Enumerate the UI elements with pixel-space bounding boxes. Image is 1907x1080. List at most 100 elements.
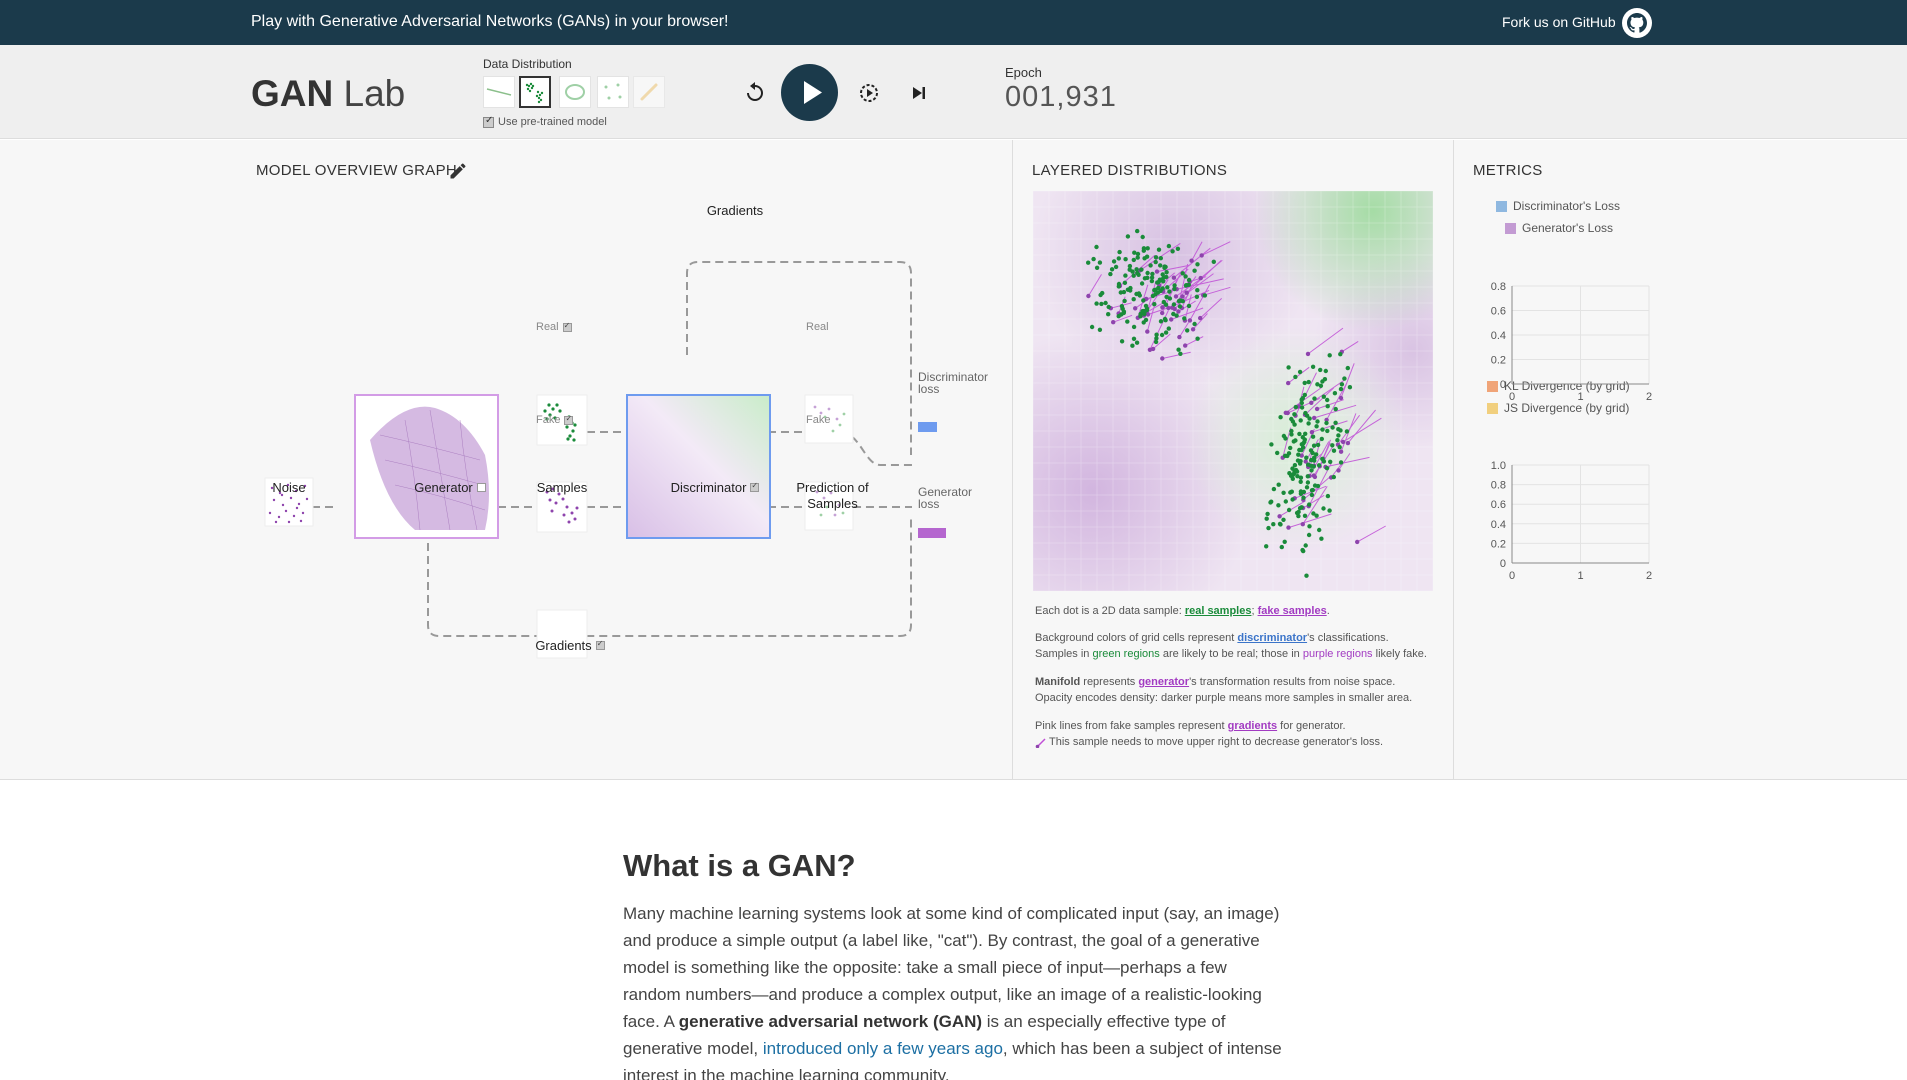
real-sample-dot <box>1307 416 1312 421</box>
real-sample-dot <box>1293 404 1298 410</box>
real-prediction-label: Real <box>806 321 829 333</box>
real-sample-dot <box>1158 263 1163 268</box>
real-sample-dot <box>1327 508 1332 513</box>
fake-sample-dot <box>1286 380 1291 386</box>
real-sample-dot <box>1305 480 1311 485</box>
real-sample-dot <box>1297 369 1303 375</box>
generator-link[interactable]: generator <box>1138 676 1189 688</box>
epoch-value: 001,931 <box>1005 81 1117 113</box>
discriminator-link[interactable]: discriminator <box>1237 632 1307 644</box>
ring-distribution-icon <box>565 84 585 100</box>
slow-motion-icon[interactable] <box>857 81 881 105</box>
fake-sample-dot <box>1199 253 1204 258</box>
x-tick-label: 2 <box>1646 391 1652 403</box>
real-sample-dot <box>1323 368 1328 374</box>
gradients-link[interactable]: gradients <box>1228 720 1278 732</box>
real-sample-dot <box>1153 255 1159 260</box>
panel-divider <box>1012 140 1013 780</box>
step-icon[interactable] <box>907 81 931 105</box>
gradients-toggle-checkbox[interactable] <box>595 639 605 650</box>
real-sample-dot <box>1305 474 1310 479</box>
fake-sample-dot <box>1184 290 1189 295</box>
legend-note-background: Background colors of grid cells represen… <box>1035 632 1427 660</box>
real-sample-dot <box>1333 406 1338 412</box>
real-sample-dot <box>1317 527 1322 533</box>
fake-sample-dot <box>1111 320 1116 325</box>
real-sample-dot <box>1321 394 1326 399</box>
discriminator-toggle-checkbox[interactable] <box>750 481 760 492</box>
line-distribution-option[interactable] <box>483 76 515 108</box>
reset-icon[interactable] <box>743 80 767 104</box>
gradients-top-label: Gradients <box>706 203 764 218</box>
y-tick-label: 0.2 <box>1491 538 1506 550</box>
real-sample-dot <box>1106 312 1111 317</box>
real-sample-dot <box>1160 277 1165 282</box>
fake-samples-checkbox[interactable] <box>564 414 574 425</box>
real-sample-dot <box>1320 427 1325 432</box>
fake-sample-dot <box>1176 309 1181 314</box>
real-sample-dot <box>1116 284 1121 289</box>
article: What is a GAN? Many machine learning sys… <box>623 848 1283 1080</box>
real-sample-dot <box>1131 257 1136 263</box>
gaussian-mixture-distribution-option[interactable] <box>597 76 629 108</box>
real-sample-dot <box>1091 256 1096 262</box>
real-sample-dot <box>1185 328 1190 333</box>
real-sample-dot <box>1131 324 1137 330</box>
real-sample-dot <box>1299 397 1304 402</box>
real-sample-dot <box>1106 304 1111 310</box>
gradients-bottom-label: Gradients <box>535 638 592 653</box>
real-sample-dot <box>1338 386 1344 392</box>
two-clusters-distribution-option[interactable] <box>519 76 551 108</box>
banner-message: Play with Generative Adversarial Network… <box>251 13 729 30</box>
pretrained-model-checkbox[interactable]: Use pre-trained model <box>483 115 607 128</box>
play-button[interactable] <box>781 64 838 121</box>
real-sample-dot <box>1149 278 1155 284</box>
real-sample-dot <box>1331 448 1337 453</box>
real-sample-dot <box>1310 450 1315 456</box>
x-tick-label: 1 <box>1577 570 1583 582</box>
real-samples-link[interactable]: real samples <box>1185 605 1252 617</box>
real-sample-dot <box>1279 544 1284 550</box>
fake-sample-dot <box>1169 317 1174 322</box>
real-sample-dot <box>1163 330 1169 335</box>
x-tick-label: 0 <box>1509 570 1515 582</box>
fake-samples-link[interactable]: fake samples <box>1258 605 1327 617</box>
real-sample-dot <box>1324 466 1330 471</box>
real-sample-dot <box>1315 442 1321 448</box>
y-tick-label: 0.6 <box>1491 306 1506 318</box>
gradient-example-icon <box>1035 738 1046 748</box>
fake-sample-dot <box>1314 406 1320 412</box>
gan-paper-link[interactable]: introduced only a few years ago <box>763 1039 1003 1058</box>
real-sample-dot <box>1336 433 1341 438</box>
real-sample-dot <box>1332 391 1338 396</box>
real-samples-checkbox[interactable] <box>562 321 572 332</box>
real-sample-dot <box>1170 249 1175 254</box>
github-icon[interactable] <box>1621 7 1653 39</box>
metrics-title: METRICS <box>1473 162 1543 179</box>
pretrained-checkbox-box[interactable] <box>483 115 494 128</box>
real-sample-dot <box>1125 234 1131 239</box>
fake-sample-dot <box>1340 439 1346 445</box>
fake-sample-dot <box>1160 305 1165 310</box>
real-sample-dot <box>1103 300 1108 306</box>
real-sample-dot <box>1160 272 1165 277</box>
real-sample-dot <box>1296 452 1301 457</box>
layered-distributions-title: LAYERED DISTRIBUTIONS <box>1032 162 1228 179</box>
real-sample-dot <box>1111 259 1117 264</box>
real-sample-dot <box>1278 415 1283 420</box>
real-sample-dot <box>1152 288 1157 293</box>
ring-distribution-option[interactable] <box>559 76 591 108</box>
metrics-charts: 0.80.60.40.200 1 2 1.00.80.60.40.200 1 2 <box>1491 281 1652 582</box>
real-sample-dot <box>1295 474 1300 479</box>
generator-toggle-checkbox[interactable] <box>476 483 486 492</box>
draw-distribution-option[interactable] <box>633 76 665 108</box>
real-sample-dot <box>1330 425 1335 430</box>
discriminator-node[interactable] <box>626 394 771 539</box>
real-sample-dot <box>1171 302 1177 307</box>
pencil-icon[interactable] <box>448 161 468 181</box>
real-sample-dot <box>1316 463 1322 468</box>
fork-github-link[interactable]: Fork us on GitHub <box>1502 14 1616 30</box>
real-sample-dot <box>1311 443 1317 448</box>
top-banner: Play with Generative Adversarial Network… <box>0 0 1907 45</box>
discriminator-loss-label: Discriminator loss <box>918 370 989 396</box>
